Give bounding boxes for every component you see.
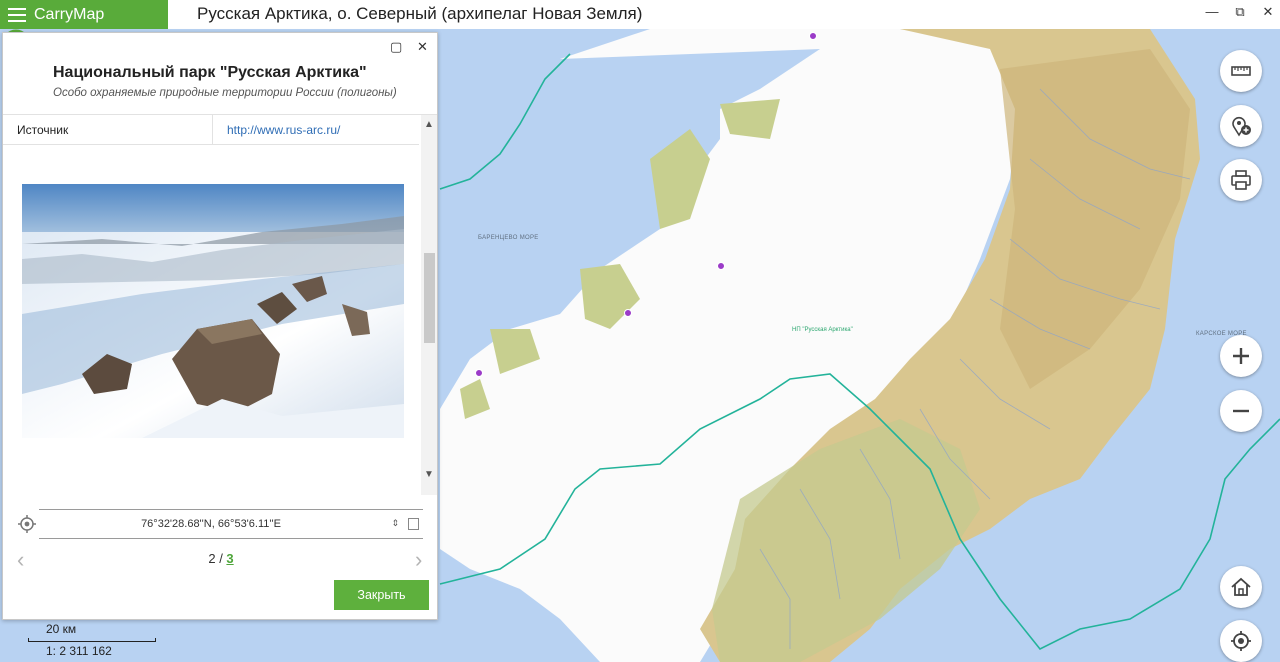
app-name: CarryMap: [34, 5, 105, 23]
close-panel-icon[interactable]: ✕: [417, 39, 428, 55]
poi-marker[interactable]: [624, 309, 632, 317]
zoom-out-icon: [1233, 409, 1249, 413]
scale-bar: 20 км 1: 2 311 162: [26, 620, 158, 660]
coordinate-format-spinner-icon[interactable]: ⇕: [391, 518, 399, 529]
poi-marker[interactable]: [809, 32, 817, 40]
scrollbar-thumb[interactable]: [424, 253, 435, 343]
total-pages-link[interactable]: 3: [226, 551, 233, 566]
pager: ‹ 2 / 3 ›: [3, 547, 439, 573]
coordinate-value: 76°32'28.68''N, 66°53'6.11''E: [141, 518, 281, 530]
close-button[interactable]: Закрыть: [334, 580, 429, 610]
divider: [212, 115, 213, 145]
scroll-up-icon[interactable]: ▲: [424, 119, 434, 130]
poi-marker[interactable]: [475, 369, 483, 377]
source-label: Источник: [17, 123, 69, 137]
feature-title: Национальный парк "Русская Арктика": [53, 64, 367, 81]
add-location-icon: [1232, 116, 1251, 137]
scroll-down-icon[interactable]: ▼: [424, 469, 434, 480]
feature-photo[interactable]: [22, 184, 404, 438]
home-button[interactable]: [1220, 566, 1262, 608]
page-indicator: 2 / 3: [3, 551, 439, 566]
zoom-in-button[interactable]: [1220, 335, 1262, 377]
coordinate-bar: 76°32'28.68''N, 66°53'6.11''E ⇕: [3, 509, 439, 539]
zoom-out-button[interactable]: [1220, 390, 1262, 432]
scale-ratio: 1: 2 311 162: [46, 644, 112, 658]
scale-distance: 20 км: [46, 622, 77, 636]
menu-icon[interactable]: [8, 7, 26, 22]
current-page: 2: [208, 551, 216, 566]
source-link[interactable]: http://www.rus-arc.ru/: [227, 123, 340, 137]
page-separator: /: [215, 551, 227, 566]
print-button[interactable]: [1220, 159, 1262, 201]
restore-button[interactable]: ⧉: [1230, 4, 1250, 20]
scale-line: [28, 638, 156, 642]
window-title: Русская Арктика, о. Северный (архипелаг …: [197, 4, 643, 23]
title-bar: CarryMap Русская Арктика, о. Северный (а…: [0, 0, 1280, 29]
minimize-button[interactable]: —: [1202, 4, 1222, 19]
feature-layer-name: Особо охраняемые природные территории Ро…: [53, 87, 397, 99]
barents-sea-label: БАРЕНЦЕВО МОРЕ: [478, 235, 539, 241]
divider: [3, 114, 437, 115]
my-location-icon: [1231, 631, 1251, 651]
measure-button[interactable]: [1220, 50, 1262, 92]
printer-icon: [1231, 170, 1251, 190]
home-icon: [1231, 577, 1251, 596]
add-location-button[interactable]: [1220, 105, 1262, 147]
copy-icon[interactable]: [408, 518, 419, 530]
zoom-in-icon: [1233, 348, 1249, 364]
ruler-icon: [1231, 66, 1251, 76]
crosshair-icon[interactable]: [18, 515, 36, 533]
close-window-button[interactable]: ✕: [1258, 4, 1278, 20]
divider: [3, 144, 419, 145]
next-feature-icon[interactable]: ›: [415, 547, 422, 573]
my-location-button[interactable]: [1220, 620, 1262, 662]
coordinate-field[interactable]: 76°32'28.68''N, 66°53'6.11''E ⇕: [39, 509, 423, 539]
poi-marker[interactable]: [717, 262, 725, 270]
feature-info-panel: ▢ ✕ Национальный парк "Русская Арктика" …: [2, 32, 438, 620]
app-brand: CarryMap: [0, 0, 168, 29]
park-area-label: НП "Русская Арктика": [792, 327, 853, 333]
maximize-panel-button[interactable]: ▢: [390, 39, 402, 55]
